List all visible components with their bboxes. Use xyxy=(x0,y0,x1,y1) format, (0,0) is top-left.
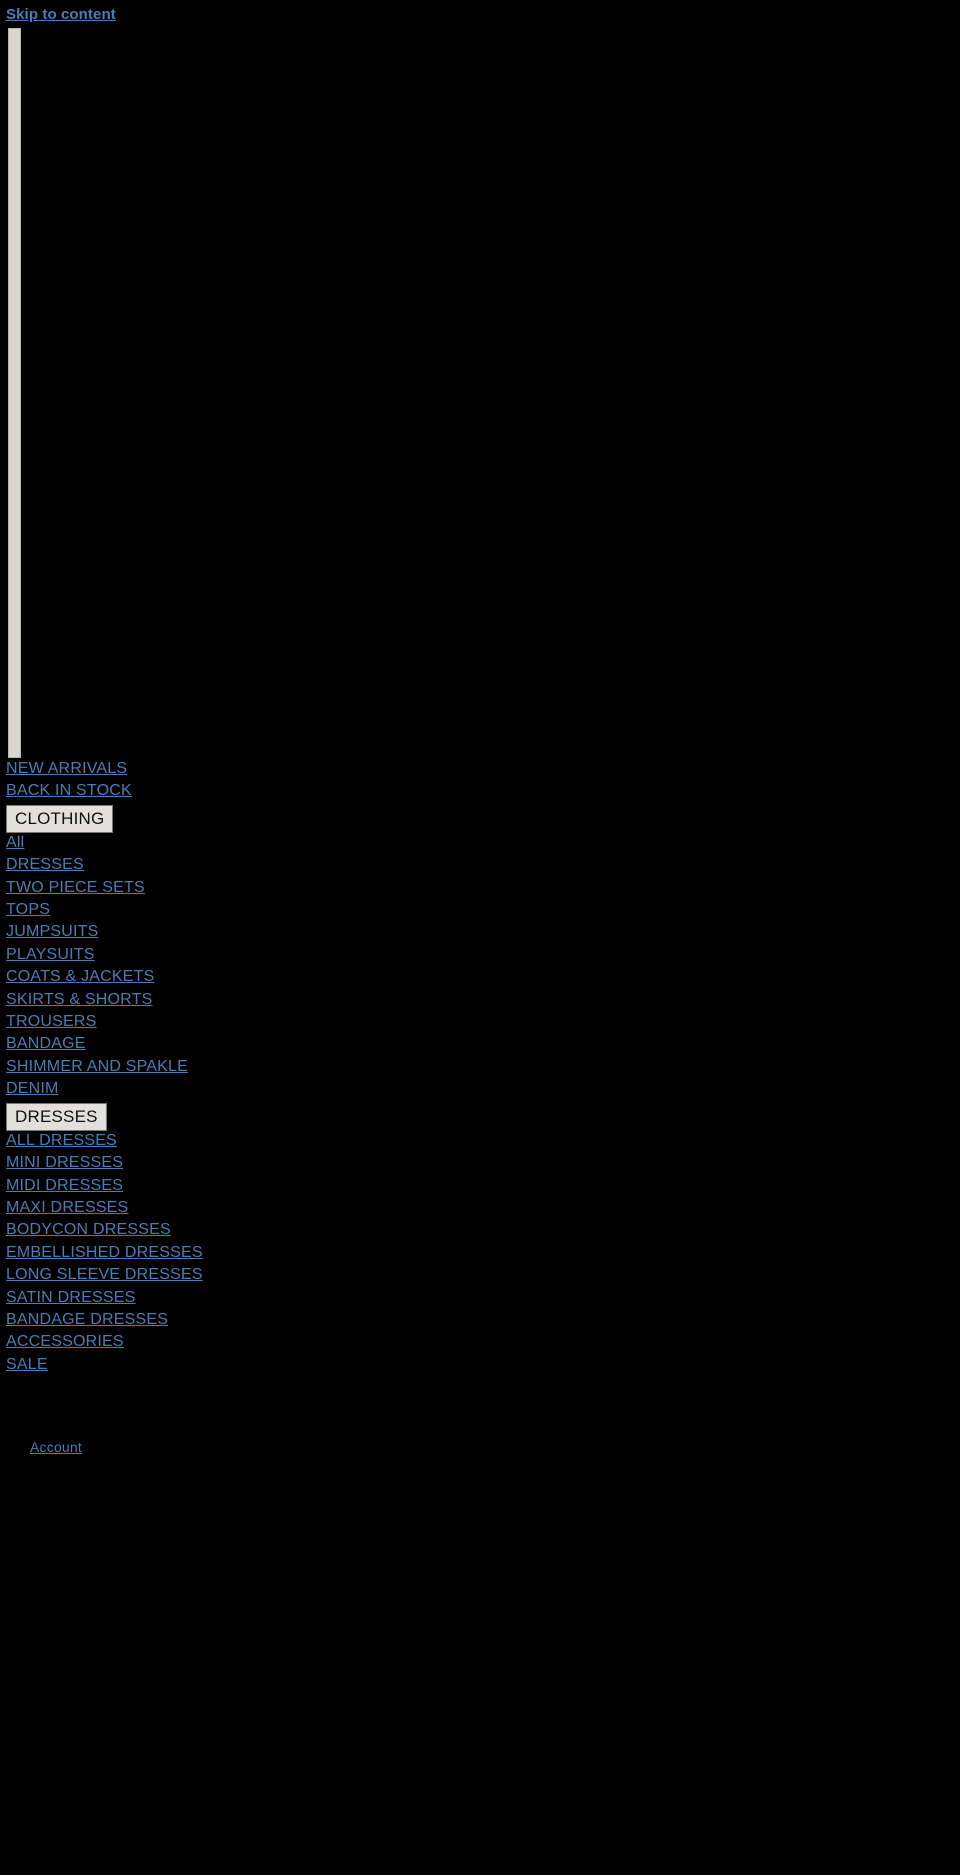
nav-link-clothing-trousers[interactable]: TROUSERS xyxy=(0,1011,97,1033)
nav-group-clothing: CLOTHING All DRESSES TWO PIECE SETS TOPS… xyxy=(0,803,500,1101)
account-link[interactable]: Account xyxy=(30,1438,82,1456)
nav-link-clothing-skirts-shorts[interactable]: SKIRTS & SHORTS xyxy=(0,989,152,1011)
nav-link-clothing-jumpsuits[interactable]: JUMPSUITS xyxy=(0,921,98,943)
nav-link-clothing-tops[interactable]: TOPS xyxy=(0,899,50,921)
nav-link-clothing-all[interactable]: All xyxy=(0,832,24,854)
nav-link-satin-dresses[interactable]: SATIN DRESSES xyxy=(0,1287,135,1309)
nav-link-maxi-dresses[interactable]: MAXI DRESSES xyxy=(0,1197,128,1219)
nav-link-clothing-denim[interactable]: DENIM xyxy=(0,1078,59,1100)
nav-link-all-dresses[interactable]: ALL DRESSES xyxy=(0,1130,117,1152)
nav-link-new-arrivals[interactable]: NEW ARRIVALS xyxy=(0,758,127,780)
nav-link-clothing-shimmer-and-spakle[interactable]: SHIMMER AND SPAKLE xyxy=(0,1056,188,1078)
nav-link-clothing-two-piece-sets[interactable]: TWO PIECE SETS xyxy=(0,877,145,899)
nav-link-midi-dresses[interactable]: MIDI DRESSES xyxy=(0,1175,123,1197)
nav-link-long-sleeve-dresses[interactable]: LONG SLEEVE DRESSES xyxy=(0,1264,203,1286)
nav-link-back-in-stock[interactable]: BACK IN STOCK xyxy=(0,780,132,802)
utility-navigation: Account xyxy=(0,1438,400,1457)
nav-group-clothing-row: CLOTHING xyxy=(0,803,500,833)
nav-link-sale[interactable]: SALE xyxy=(0,1354,48,1376)
nav-summary-clothing[interactable]: CLOTHING xyxy=(6,804,114,833)
nav-link-embellished-dresses[interactable]: EMBELLISHED DRESSES xyxy=(0,1242,203,1264)
nav-link-mini-dresses[interactable]: MINI DRESSES xyxy=(0,1152,123,1174)
nav-link-clothing-dresses[interactable]: DRESSES xyxy=(0,854,84,876)
nav-link-bandage-dresses[interactable]: BANDAGE DRESSES xyxy=(0,1309,168,1331)
main-navigation: NEW ARRIVALS BACK IN STOCK CLOTHING All … xyxy=(0,758,500,1376)
skip-to-content-link[interactable]: Skip to content xyxy=(6,6,116,24)
nav-link-clothing-coats-jackets[interactable]: COATS & JACKETS xyxy=(0,966,155,988)
nav-group-dresses: DRESSES ALL DRESSES MINI DRESSES MIDI DR… xyxy=(0,1101,500,1332)
nav-link-bodycon-dresses[interactable]: BODYCON DRESSES xyxy=(0,1219,171,1241)
nav-summary-dresses[interactable]: DRESSES xyxy=(6,1102,107,1131)
nav-link-clothing-bandage[interactable]: BANDAGE xyxy=(0,1033,86,1055)
broken-logo-image-placeholder xyxy=(8,28,21,758)
nav-group-dresses-row: DRESSES xyxy=(0,1101,500,1131)
nav-link-clothing-playsuits[interactable]: PLAYSUITS xyxy=(0,944,95,966)
nav-link-accessories[interactable]: ACCESSORIES xyxy=(0,1331,124,1353)
